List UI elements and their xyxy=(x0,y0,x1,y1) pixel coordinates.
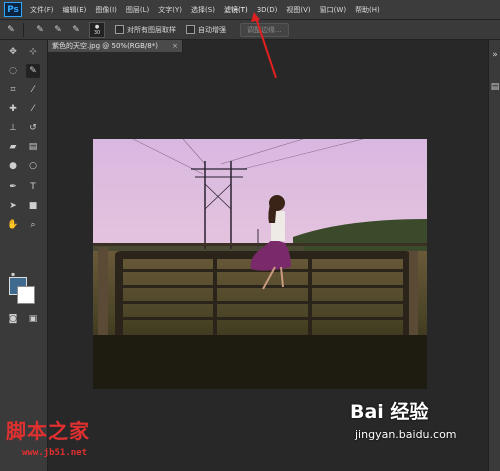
baidu-url-watermark: jingyan.baidu.com xyxy=(355,428,457,441)
site-watermark: 脚本之家 xyxy=(6,419,90,443)
site-url-watermark: www.jb51.net xyxy=(22,448,88,458)
baidu-jingyan-watermark: Bai 经验 xyxy=(350,395,480,425)
baidu-label: Bai 经验 xyxy=(350,400,429,423)
